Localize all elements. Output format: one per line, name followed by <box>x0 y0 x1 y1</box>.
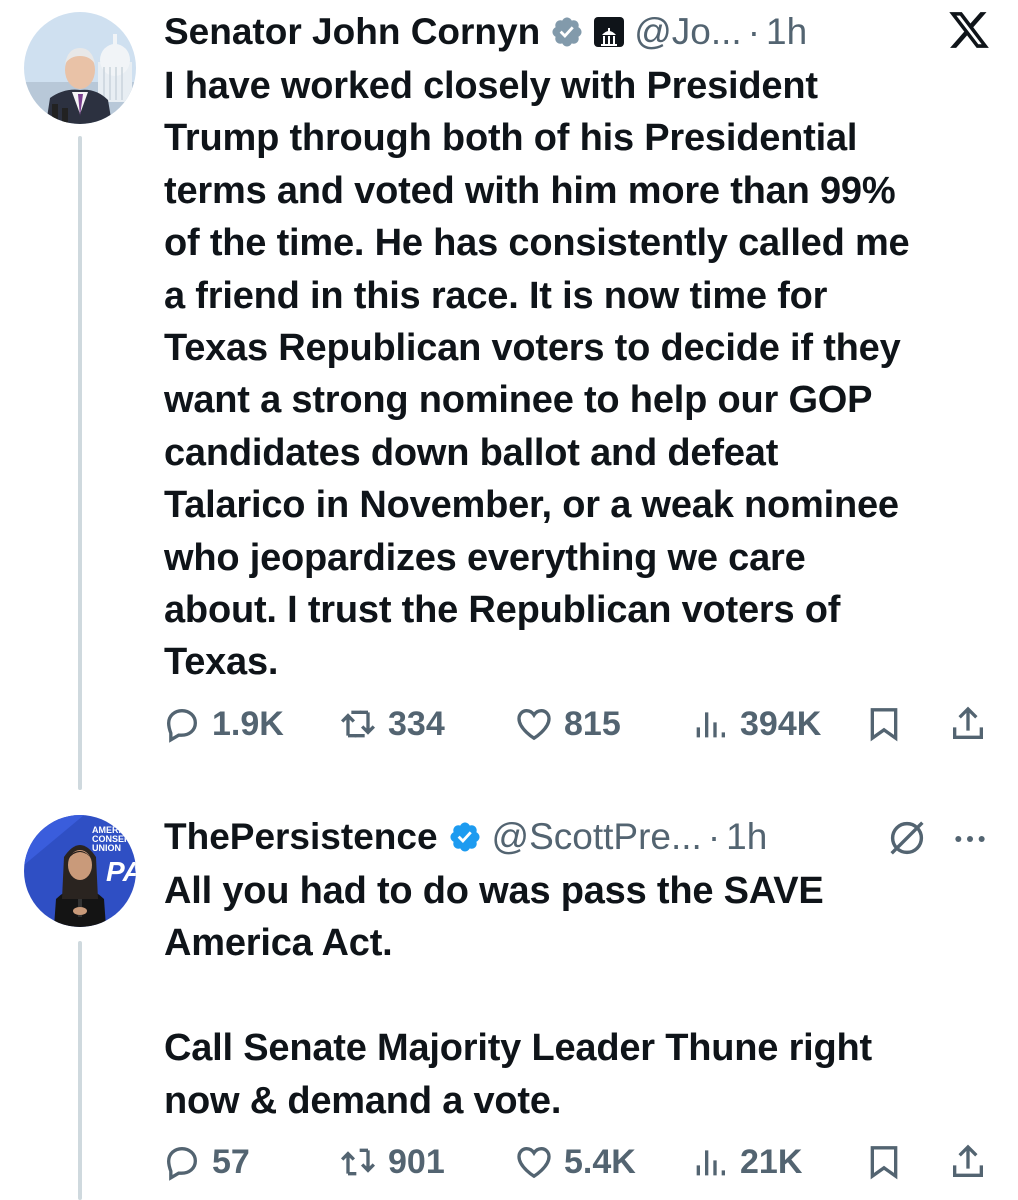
bookmark-button[interactable] <box>864 700 904 748</box>
tweet-cornyn[interactable]: Senator John Cornyn @Jo... · 1h I have w… <box>0 0 1018 790</box>
like-icon <box>517 708 551 741</box>
avatar-cornyn[interactable] <box>24 12 136 124</box>
separator: · <box>747 11 761 52</box>
reply-count: 57 <box>212 1142 250 1181</box>
reply-button[interactable]: 57 <box>162 1138 250 1186</box>
reply-count: 1.9K <box>212 704 284 743</box>
repost-count: 334 <box>388 704 445 743</box>
tweet-text: All you had to do was pass the SAVE Amer… <box>164 870 873 1122</box>
like-count: 815 <box>564 704 621 743</box>
author-handle[interactable]: @ScottPre... <box>492 813 702 861</box>
views-icon <box>696 712 725 738</box>
like-icon <box>517 1146 551 1179</box>
share-button[interactable] <box>948 700 988 748</box>
thread-line <box>78 136 82 790</box>
tweet-actions: 1.9K 334 815 394K <box>162 700 998 748</box>
repost-button[interactable]: 901 <box>338 1138 445 1186</box>
government-affiliation-icon <box>594 17 625 47</box>
share-button[interactable] <box>948 1138 988 1186</box>
reply-button[interactable]: 1.9K <box>162 700 284 748</box>
tweet-actions: 57 901 5.4K 21K <box>162 1138 998 1186</box>
timestamp[interactable]: 1h <box>766 8 807 56</box>
views-button[interactable]: 21K <box>690 1138 802 1186</box>
repost-button[interactable]: 334 <box>338 700 445 748</box>
grok-icon[interactable] <box>884 815 930 861</box>
timestamp[interactable]: 1h <box>726 813 767 861</box>
views-button[interactable]: 394K <box>690 700 821 748</box>
repost-icon <box>340 1148 376 1176</box>
views-count: 394K <box>740 704 822 743</box>
reply-icon <box>166 1146 198 1181</box>
tweet-header: ThePersistence @ScottPre... · 1h <box>164 813 767 861</box>
tweet-text: I have worked closely with President Tru… <box>164 65 910 684</box>
verified-badge-icon <box>552 17 582 47</box>
more-icon[interactable] <box>950 819 990 859</box>
share-icon <box>953 706 983 739</box>
svg-text:UNION: UNION <box>92 843 121 853</box>
avatar-thepersistence[interactable]: AMERICAN CONSERV UNION PA <box>24 815 136 927</box>
bookmark-button[interactable] <box>864 1138 904 1186</box>
reply-icon <box>166 708 198 743</box>
author-name[interactable]: ThePersistence <box>164 813 438 861</box>
share-icon <box>953 1144 983 1177</box>
verified-badge-icon <box>450 822 480 852</box>
repost-icon <box>340 710 376 738</box>
bookmark-icon <box>870 708 898 742</box>
like-count: 5.4K <box>564 1142 636 1181</box>
repost-count: 901 <box>388 1142 445 1181</box>
like-button[interactable]: 815 <box>514 700 621 748</box>
x-logo-icon <box>949 12 989 48</box>
like-button[interactable]: 5.4K <box>514 1138 636 1186</box>
author-name[interactable]: Senator John Cornyn <box>164 8 540 56</box>
views-icon <box>696 1150 725 1176</box>
author-handle[interactable]: @Jo... <box>634 8 741 56</box>
tweet-thepersistence[interactable]: AMERICAN CONSERV UNION PA ThePersistence… <box>0 805 1018 1200</box>
views-count: 21K <box>740 1142 803 1181</box>
bookmark-icon <box>870 1146 898 1180</box>
svg-text:PA: PA <box>106 856 136 887</box>
tweet-header: Senator John Cornyn @Jo... · 1h <box>164 8 807 56</box>
separator: · <box>707 816 721 857</box>
thread-line <box>78 941 82 1200</box>
